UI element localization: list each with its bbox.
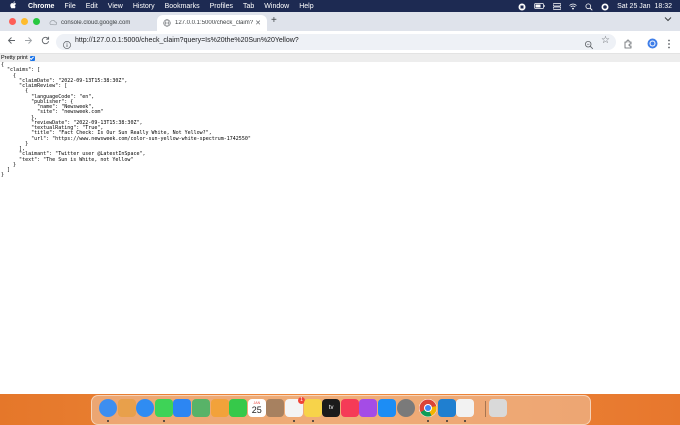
tab-check-claim[interactable]: 127.0.0.1:5000/check_claim? ✕ xyxy=(157,15,267,31)
appstore-icon[interactable] xyxy=(378,399,396,417)
mail-icon[interactable] xyxy=(173,399,192,417)
menu-bar: Chrome File Edit View History Bookmarks … xyxy=(0,0,680,12)
new-tab-icon[interactable]: + xyxy=(271,15,277,26)
menu-file[interactable]: File xyxy=(64,3,75,10)
dock: JAN 25 1 tv xyxy=(91,395,591,425)
battery-icon[interactable] xyxy=(534,2,545,10)
menu-window[interactable]: Window xyxy=(264,3,289,10)
calendar-icon[interactable]: JAN 25 xyxy=(247,399,266,417)
running-indicator xyxy=(311,420,314,422)
extensions-icon[interactable] xyxy=(623,36,633,49)
pretty-print-label: Pretty print xyxy=(1,55,28,61)
zoom-window-button[interactable] xyxy=(33,18,40,25)
minimize-window-button[interactable] xyxy=(21,18,28,25)
menu-history[interactable]: History xyxy=(133,3,155,10)
forward-arrow-icon[interactable] xyxy=(23,36,33,47)
running-indicator xyxy=(464,420,467,422)
json-response: { "claims": [ { "claimDate": "2022-09-13… xyxy=(1,62,251,179)
running-indicator xyxy=(293,420,295,422)
menu-profiles[interactable]: Profiles xyxy=(210,3,233,10)
tab-title: 127.0.0.1:5000/check_claim? xyxy=(175,20,253,26)
running-indicator xyxy=(107,420,109,422)
facetime-icon[interactable] xyxy=(229,399,248,417)
menu-app-chrome[interactable]: Chrome xyxy=(28,3,54,10)
pretty-print-checkbox[interactable] xyxy=(29,55,35,61)
json-line: "url": "https://www.newsweek.com/color-s… xyxy=(31,135,251,142)
podcasts-icon[interactable] xyxy=(359,399,378,417)
dock-separator xyxy=(485,401,486,417)
address-bar[interactable]: http://127.0.0.1:5000/check_claim?query=… xyxy=(56,34,616,50)
google-cloud-favicon-icon xyxy=(49,19,57,27)
chrome-icon[interactable] xyxy=(419,399,438,417)
menubar-datetime[interactable]: Sat 25 Jan 18:32 xyxy=(617,3,672,10)
appletv-icon[interactable]: tv xyxy=(322,399,341,417)
menu-help[interactable]: Help xyxy=(299,3,313,10)
finder-icon[interactable] xyxy=(99,399,117,417)
tab-close-icon[interactable]: ✕ xyxy=(253,19,263,27)
tab-search-chevron-icon[interactable] xyxy=(664,16,672,24)
apple-menu-icon[interactable] xyxy=(8,1,18,11)
safari-icon[interactable] xyxy=(136,399,155,417)
close-window-button[interactable] xyxy=(9,18,16,25)
reload-icon[interactable] xyxy=(40,36,50,47)
menu-bookmarks[interactable]: Bookmarks xyxy=(165,3,200,10)
vscode-icon[interactable] xyxy=(437,399,456,417)
contacts-icon[interactable] xyxy=(266,399,285,417)
pretty-print-bar: Pretty print xyxy=(0,54,680,62)
running-indicator xyxy=(162,420,165,422)
site-info-icon[interactable] xyxy=(62,37,72,49)
profile-avatar-icon[interactable] xyxy=(647,36,658,49)
control-center-icon[interactable] xyxy=(552,2,562,10)
bookmark-star-icon[interactable]: ☆ xyxy=(601,35,610,46)
zoom-icon[interactable] xyxy=(584,37,594,50)
system-settings-icon[interactable] xyxy=(396,399,415,417)
globe-icon xyxy=(163,19,171,27)
notes-icon[interactable] xyxy=(303,399,322,417)
browser-toolbar: http://127.0.0.1:5000/check_claim?query=… xyxy=(0,31,680,54)
json-line: "text": "The Sun is White, not Yellow" xyxy=(19,156,134,163)
back-arrow-icon[interactable] xyxy=(6,36,16,47)
url-text[interactable]: http://127.0.0.1:5000/check_claim?query=… xyxy=(75,37,299,44)
chrome-menu-icon[interactable] xyxy=(667,36,671,49)
menu-edit[interactable]: Edit xyxy=(86,3,98,10)
tab-google-cloud-console[interactable]: console.cloud.google.com xyxy=(43,15,153,31)
wifi-icon[interactable] xyxy=(569,3,577,10)
record-icon[interactable] xyxy=(518,3,526,10)
maps-icon[interactable] xyxy=(192,399,210,417)
reminders-icon[interactable]: 1 xyxy=(285,397,305,417)
tab-strip: console.cloud.google.com 127.0.0.1:5000/… xyxy=(0,12,680,31)
window-controls xyxy=(9,18,40,25)
menu-view[interactable]: View xyxy=(108,3,123,10)
running-indicator xyxy=(445,420,448,422)
textedit-icon[interactable] xyxy=(456,399,475,417)
launchpad-icon[interactable] xyxy=(117,399,136,417)
siri-icon[interactable] xyxy=(601,3,609,10)
calendar-day: 25 xyxy=(251,405,262,415)
photos-icon[interactable] xyxy=(210,399,229,417)
spotlight-search-icon[interactable] xyxy=(585,2,593,11)
music-icon[interactable] xyxy=(340,399,359,417)
tab-title: console.cloud.google.com xyxy=(61,20,131,26)
json-line: } xyxy=(1,172,5,179)
running-indicator xyxy=(427,420,430,422)
trash-icon[interactable] xyxy=(489,399,507,417)
appletv-glyph: tv xyxy=(328,405,334,411)
messages-icon[interactable] xyxy=(154,399,173,417)
menu-tab[interactable]: Tab xyxy=(243,3,254,10)
